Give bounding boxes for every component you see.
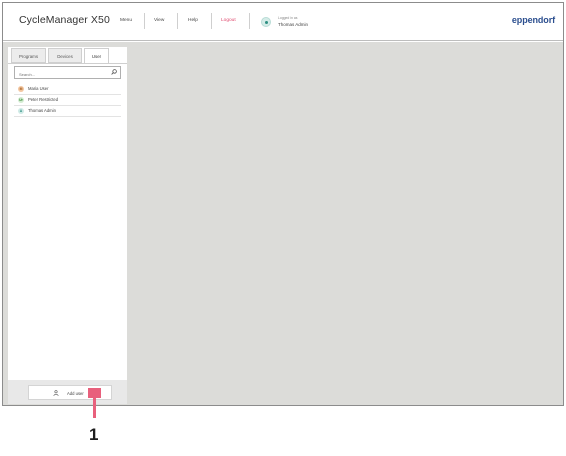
menu-separator bbox=[177, 13, 178, 29]
callout-line bbox=[93, 398, 96, 418]
menu-separator bbox=[144, 13, 145, 29]
user-name: Thomas Admin bbox=[28, 108, 56, 113]
tab-programs[interactable]: Programs bbox=[11, 48, 46, 63]
add-user-label: Add user bbox=[67, 390, 84, 396]
user-avatar-icon bbox=[261, 17, 271, 27]
app-title: CycleManager X50 bbox=[19, 14, 110, 26]
brand-logo: eppendorf bbox=[511, 15, 555, 25]
tab-devices[interactable]: Devices bbox=[48, 48, 82, 63]
search-input[interactable] bbox=[14, 66, 121, 79]
menu-separator bbox=[211, 13, 212, 29]
logged-in-user: Thomas Admin bbox=[278, 22, 309, 27]
search-icon[interactable] bbox=[111, 69, 117, 75]
user-list-item[interactable]: M Maria User bbox=[14, 84, 121, 95]
menu-separator bbox=[249, 13, 250, 29]
menu-item-help[interactable]: Help bbox=[188, 18, 198, 23]
user-list-item[interactable]: A Thomas Admin bbox=[14, 106, 121, 117]
user-name: Maria User bbox=[28, 86, 49, 91]
user-avatar: A bbox=[18, 108, 24, 114]
header-bar: CycleManager X50 Menu View Help Logout L… bbox=[3, 3, 563, 41]
user-name: Peter Restricted bbox=[28, 97, 59, 102]
tab-user[interactable]: User bbox=[84, 48, 109, 64]
callout-marker bbox=[88, 388, 101, 398]
person-icon bbox=[53, 390, 59, 396]
user-avatar: M bbox=[18, 86, 24, 92]
logout-button[interactable]: Logout bbox=[221, 18, 236, 23]
user-list-item[interactable]: Ur Peter Restricted bbox=[14, 95, 121, 106]
menu-item-view[interactable]: View bbox=[154, 18, 164, 23]
logged-in-label: Logged in as bbox=[278, 16, 298, 20]
menu-item-menu[interactable]: Menu bbox=[120, 18, 132, 23]
tab-divider bbox=[8, 63, 127, 64]
user-avatar: Ur bbox=[18, 97, 24, 103]
callout-number: 1 bbox=[89, 425, 99, 444]
